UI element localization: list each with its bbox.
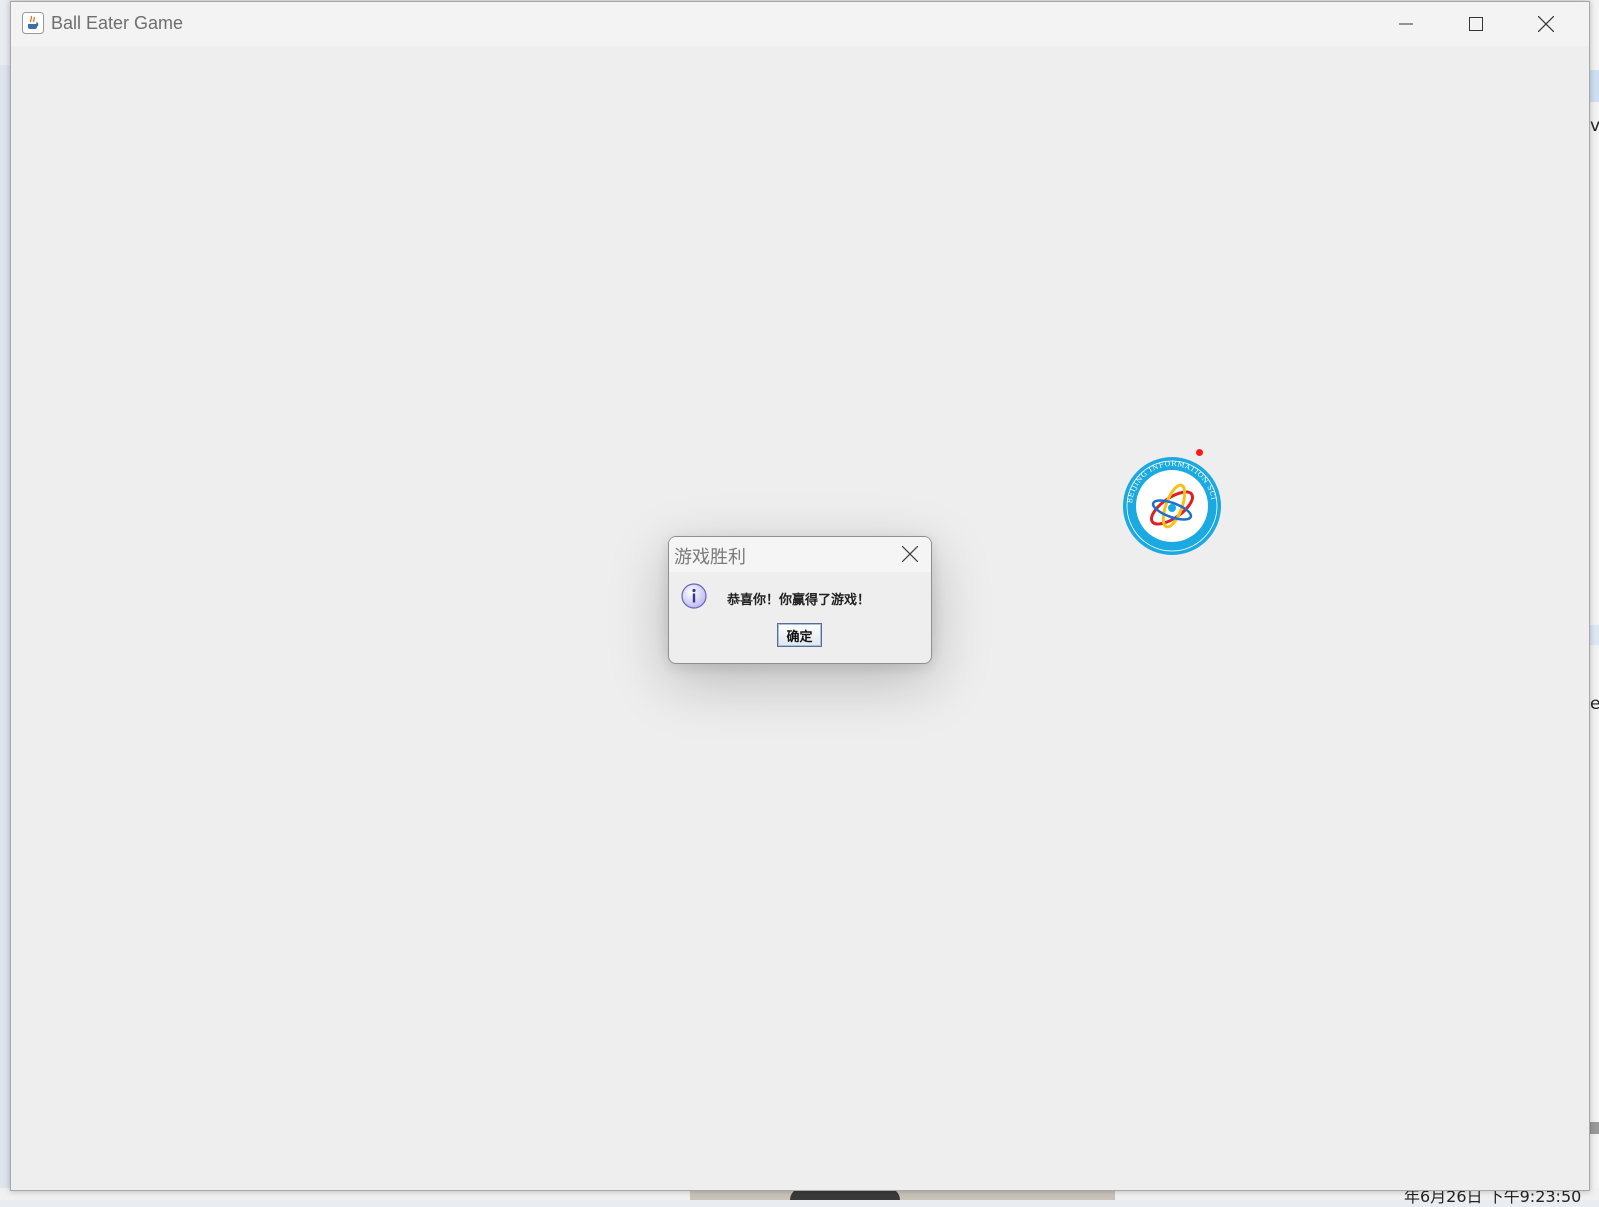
player-ball: BEIJING INFORMATION SCI UNIVERSITY — [1118, 450, 1222, 556]
background-text: v — [1590, 116, 1599, 136]
java-coffee-icon — [22, 12, 44, 34]
maximize-button[interactable] — [1441, 2, 1511, 46]
minimize-button[interactable] — [1371, 2, 1441, 46]
close-icon — [902, 546, 918, 562]
window-title: Ball Eater Game — [51, 13, 184, 33]
close-icon — [1538, 16, 1554, 32]
minimize-icon — [1399, 23, 1413, 25]
background-left-strip — [0, 65, 10, 1200]
info-icon — [681, 583, 707, 609]
maximize-icon — [1469, 17, 1483, 31]
university-logo-ball: BEIJING INFORMATION SCI UNIVERSITY — [1118, 450, 1221, 555]
dialog-title: 游戏胜利 — [674, 547, 746, 568]
dialog-message: 恭喜你！你赢得了游戏！ — [727, 593, 871, 608]
dialog-close-button[interactable] — [895, 539, 925, 569]
background-text: e — [1590, 694, 1599, 714]
food-dot — [1196, 449, 1203, 456]
victory-dialog: 游戏胜利 恭喜你！你赢得了游戏！ 确定 — [668, 536, 932, 664]
dialog-titlebar[interactable]: 游戏胜利 — [669, 537, 931, 572]
ok-button[interactable]: 确定 — [777, 623, 822, 647]
close-button[interactable] — [1511, 2, 1581, 46]
window-titlebar[interactable]: Ball Eater Game — [11, 2, 1589, 46]
